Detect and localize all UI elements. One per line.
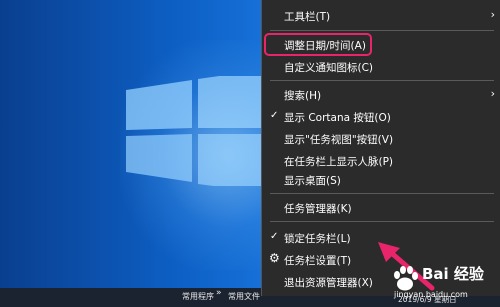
menu-item-label: 显示"任务视图"按钮(V) bbox=[284, 134, 394, 146]
menu-item-label: 显示桌面(S) bbox=[284, 175, 341, 187]
watermark-brand: Bai 经验 bbox=[422, 265, 484, 283]
checkmark-icon: ✓ bbox=[270, 231, 279, 242]
menu-item-label: 搜索(H) bbox=[284, 90, 322, 102]
menu-item-show-task-view[interactable]: 显示"任务视图"按钮(V) bbox=[262, 129, 500, 149]
menu-divider bbox=[270, 30, 494, 31]
windows-logo bbox=[126, 76, 276, 186]
chevron-right-icon: › bbox=[490, 87, 495, 100]
menu-divider bbox=[270, 193, 494, 194]
chevron-right-icon: › bbox=[490, 8, 495, 21]
chevron-icon[interactable]: » bbox=[216, 288, 222, 298]
highlight-box bbox=[264, 33, 372, 56]
menu-item-label: 锁定任务栏(L) bbox=[284, 233, 351, 245]
menu-item-customize-notification-icons[interactable]: 自定义通知图标(C) bbox=[262, 57, 500, 77]
menu-item-show-cortana[interactable]: ✓ 显示 Cortana 按钮(O) bbox=[262, 107, 500, 127]
menu-item-label: 显示 Cortana 按钮(O) bbox=[284, 112, 391, 124]
checkmark-icon: ✓ bbox=[270, 110, 279, 121]
menu-item-label: 任务管理器(K) bbox=[284, 203, 352, 215]
menu-item-label: 在任务栏上显示人脉(P) bbox=[284, 156, 394, 168]
gear-icon: ⚙ bbox=[269, 251, 280, 265]
menu-item-search[interactable]: 搜索(H) › bbox=[262, 85, 500, 105]
menu-item-task-manager[interactable]: 任务管理器(K) bbox=[262, 198, 500, 218]
menu-item-label: 任务栏设置(T) bbox=[284, 255, 352, 267]
taskbar-toolbar-programs[interactable]: 常用程序 bbox=[182, 291, 214, 302]
menu-divider bbox=[270, 80, 494, 81]
menu-item-label: 工具栏(T) bbox=[284, 11, 331, 23]
taskbar-toolbar-files[interactable]: 常用文件 bbox=[228, 291, 260, 302]
menu-item-label: 退出资源管理器(X) bbox=[284, 277, 373, 289]
menu-item-show-people[interactable]: 在任务栏上显示人脉(P) bbox=[262, 151, 500, 171]
menu-divider bbox=[270, 221, 494, 222]
menu-item-toolbars[interactable]: 工具栏(T) › bbox=[262, 6, 500, 26]
watermark-url: jingyan.baidu.com bbox=[394, 290, 468, 299]
watermark: Bai 经验 jingyan.baidu.com bbox=[390, 262, 500, 307]
menu-item-show-desktop[interactable]: 显示桌面(S) bbox=[262, 170, 500, 190]
menu-item-label: 自定义通知图标(C) bbox=[284, 62, 374, 74]
